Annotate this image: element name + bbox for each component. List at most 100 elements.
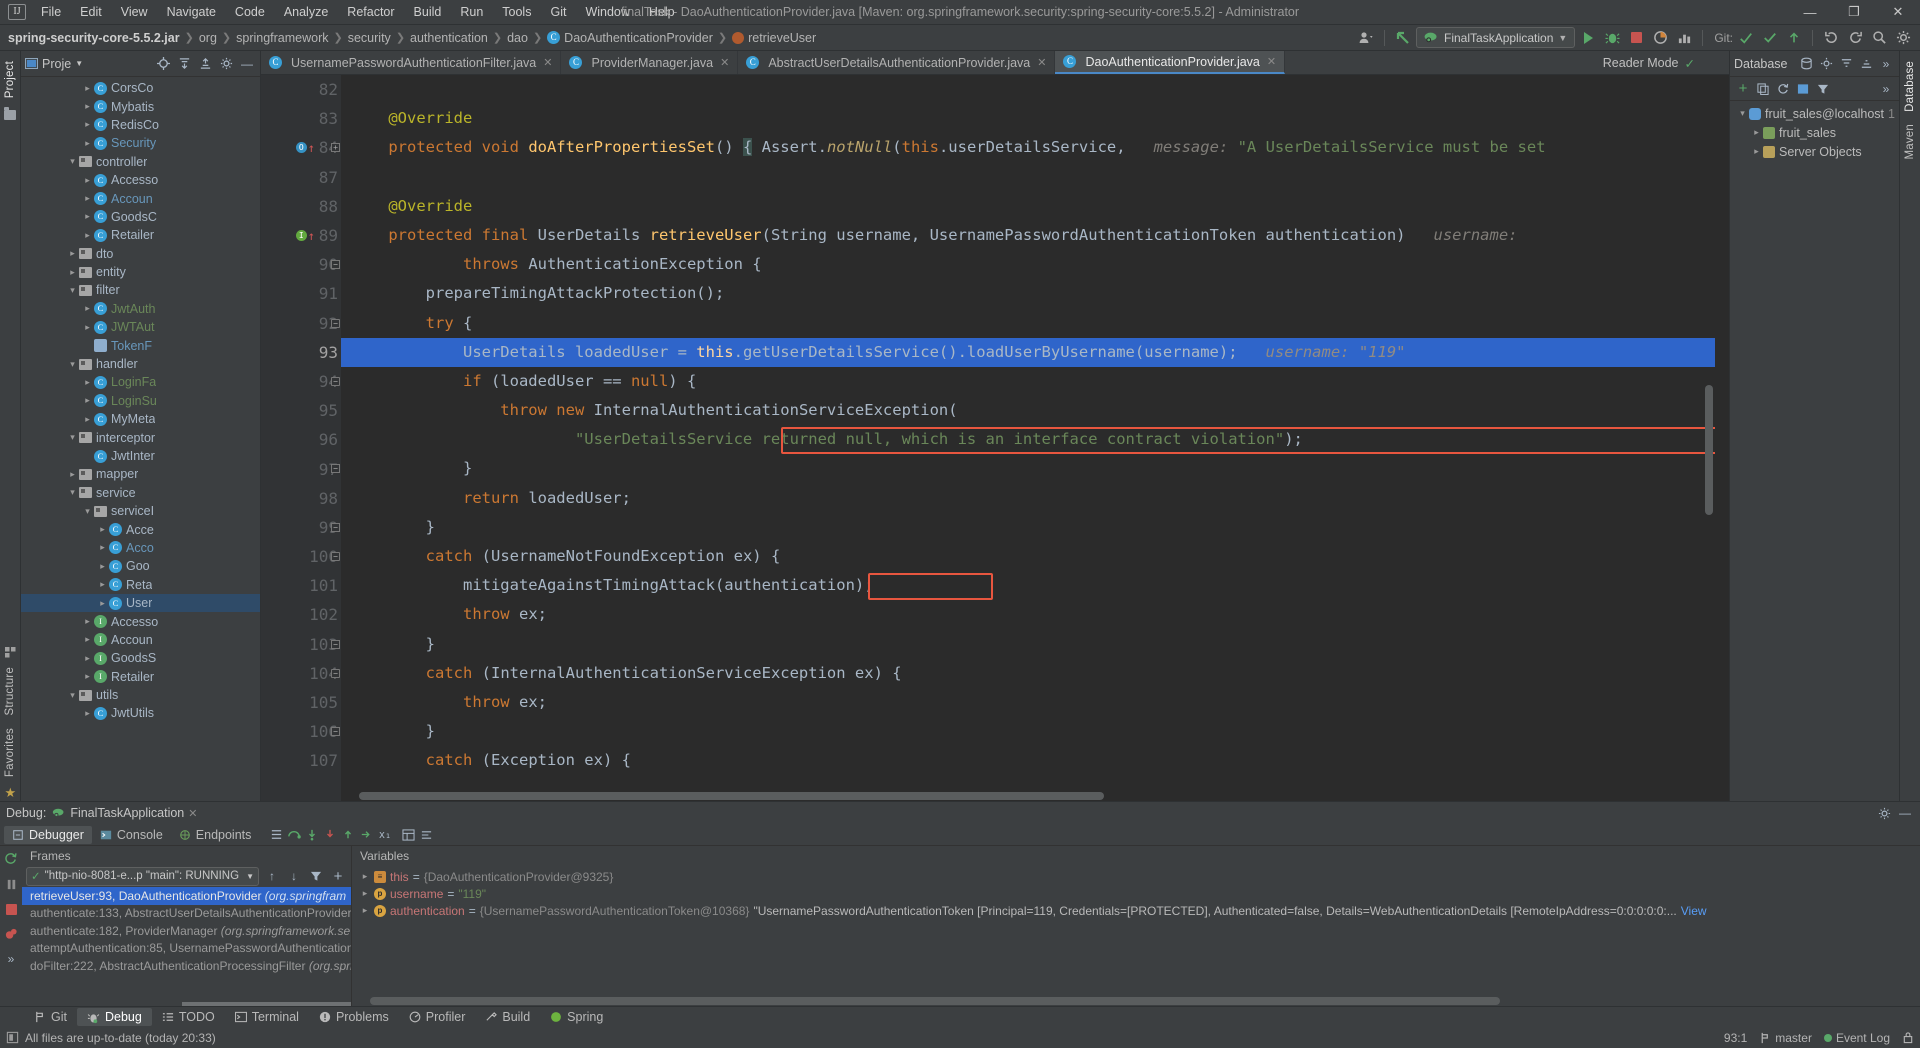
- close-icon[interactable]: ✕: [1267, 55, 1276, 68]
- gutter-line-number[interactable]: −92: [261, 309, 341, 338]
- move-up-icon[interactable]: ↑: [263, 867, 281, 885]
- db-node-server-objects[interactable]: Server Objects: [1730, 142, 1899, 161]
- rerun-icon[interactable]: [2, 850, 20, 868]
- settings-icon[interactable]: [1817, 55, 1835, 73]
- reader-mode-toggle[interactable]: Reader Mode ✓: [1590, 51, 1695, 74]
- fold-collapse-icon[interactable]: −: [331, 727, 340, 737]
- bottom-tab-todo[interactable]: TODO: [152, 1008, 225, 1026]
- event-log-button[interactable]: Event Log: [1823, 1031, 1890, 1045]
- chevron-right-icon[interactable]: [81, 211, 94, 222]
- tree-node[interactable]: C CorsCo: [21, 79, 260, 97]
- close-icon[interactable]: ✕: [720, 56, 729, 69]
- editor-tab-abstractuserdetailsauthenticationprovider[interactable]: C AbstractUserDetailsAuthenticationProvi…: [738, 51, 1056, 74]
- chevron-right-icon[interactable]: [66, 267, 79, 278]
- tool-tab-database[interactable]: Database: [1904, 55, 1916, 118]
- tree-node[interactable]: filter: [21, 281, 260, 299]
- lock-icon[interactable]: [1902, 1031, 1914, 1044]
- bottom-tab-git[interactable]: Git: [24, 1008, 77, 1026]
- gutter-line-number[interactable]: 91: [261, 279, 341, 308]
- fold-collapse-icon[interactable]: −: [331, 639, 340, 649]
- more-icon[interactable]: »: [2, 950, 20, 968]
- tree-node[interactable]: C JWTAut: [21, 318, 260, 336]
- menu-build[interactable]: Build: [405, 2, 451, 22]
- fold-collapse-icon[interactable]: −: [331, 318, 340, 328]
- menu-help[interactable]: Help: [640, 2, 684, 22]
- copy-icon[interactable]: [1754, 80, 1772, 98]
- tool-tab-favorites[interactable]: Favorites: [4, 722, 16, 783]
- chevron-right-icon[interactable]: [81, 395, 94, 406]
- close-icon[interactable]: ✕: [1037, 56, 1046, 69]
- tree-node[interactable]: C Acco: [21, 539, 260, 557]
- menu-code[interactable]: Code: [226, 2, 274, 22]
- gutter-line-number[interactable]: I ↑ 89: [261, 221, 341, 250]
- chevron-down-icon[interactable]: [66, 285, 79, 296]
- run-configuration-selector[interactable]: FinalTaskApplication ▼: [1416, 27, 1576, 48]
- gutter-line-number[interactable]: −106: [261, 717, 341, 746]
- expand-icon[interactable]: [1837, 55, 1855, 73]
- frames-view-icon[interactable]: [399, 826, 417, 844]
- chevron-right-icon[interactable]: [81, 616, 94, 627]
- tree-node[interactable]: C Acce: [21, 520, 260, 538]
- chevron-down-icon[interactable]: [66, 487, 79, 498]
- chevron-right-icon[interactable]: [81, 377, 94, 388]
- gutter-line-number[interactable]: 96: [261, 425, 341, 454]
- gutter-line-number[interactable]: 101: [261, 571, 341, 600]
- tree-node[interactable]: C Goo: [21, 557, 260, 575]
- variable-row-authentication[interactable]: ▸ p authentication = {UsernamePasswordAu…: [352, 902, 1920, 919]
- gutter-line-number[interactable]: O ↑ +84: [261, 133, 341, 162]
- bottom-tab-profiler[interactable]: Profiler: [399, 1008, 476, 1026]
- breadcrumb-class[interactable]: C DaoAuthenticationProvider: [547, 31, 713, 45]
- gutter-line-number[interactable]: 107: [261, 746, 341, 775]
- collapse-icon[interactable]: [1857, 55, 1875, 73]
- chevron-right-icon[interactable]: [81, 671, 94, 682]
- chevron-right-icon[interactable]: [81, 83, 94, 94]
- hide-icon[interactable]: —: [238, 55, 256, 73]
- tree-node[interactable]: dto: [21, 245, 260, 263]
- tree-node[interactable]: I Accesso: [21, 612, 260, 630]
- coverage-icon[interactable]: [1649, 27, 1671, 49]
- gutter-line-number[interactable]: 105: [261, 688, 341, 717]
- editor-tab-usernamepasswordauthenticationfilter[interactable]: C UsernamePasswordAuthenticationFilter.j…: [261, 51, 562, 74]
- breadcrumb-jar[interactable]: spring-security-core-5.5.2.jar: [8, 31, 180, 45]
- gutter-line-number[interactable]: 102: [261, 600, 341, 629]
- filter-icon[interactable]: [1814, 80, 1832, 98]
- editor-gutter[interactable]: 82 83 O ↑ +84 87 88 I ↑ 89−90 91−92 93−94 95 96−97 98−…: [261, 75, 341, 801]
- search-icon[interactable]: [1868, 27, 1890, 49]
- chevron-right-icon[interactable]: [81, 101, 94, 112]
- chevron-right-icon[interactable]: [1750, 146, 1763, 157]
- fold-collapse-icon[interactable]: −: [331, 552, 340, 561]
- close-icon[interactable]: ✕: [543, 56, 552, 69]
- chevron-down-icon[interactable]: [66, 432, 79, 443]
- bottom-tab-debug[interactable]: Debug: [76, 1008, 152, 1026]
- step-into-icon[interactable]: [303, 826, 321, 844]
- tree-node[interactable]: C JwtAuth: [21, 300, 260, 318]
- frame-row[interactable]: authenticate:133, AbstractUserDetailsAut…: [22, 905, 351, 923]
- tool-tab-maven[interactable]: Maven: [1904, 118, 1916, 166]
- editor-viewport[interactable]: 82 83 O ↑ +84 87 88 I ↑ 89−90 91−92 93−94 95 96−97 98−…: [261, 75, 1729, 801]
- frame-row[interactable]: attemptAuthentication:85, UsernamePasswo…: [22, 940, 351, 958]
- fold-collapse-icon[interactable]: −: [331, 376, 340, 386]
- add-icon[interactable]: +: [329, 867, 347, 885]
- chevron-right-icon[interactable]: [81, 138, 94, 149]
- editor-tab-daoauthenticationprovider[interactable]: C DaoAuthenticationProvider.java ✕: [1055, 51, 1286, 74]
- minimize-button[interactable]: —: [1788, 0, 1832, 25]
- chevron-down-icon[interactable]: [66, 156, 79, 167]
- tree-node[interactable]: service: [21, 484, 260, 502]
- debug-icon[interactable]: [1601, 27, 1623, 49]
- step-over-icon[interactable]: [285, 826, 303, 844]
- editor-tab-providermanager[interactable]: C ProviderManager.java ✕: [561, 51, 739, 74]
- chevron-down-icon[interactable]: [66, 359, 79, 370]
- refresh-icon[interactable]: [1774, 80, 1792, 98]
- bottom-tab-spring[interactable]: Spring: [540, 1008, 613, 1026]
- tree-node[interactable]: C User: [21, 593, 260, 613]
- menu-run[interactable]: Run: [451, 2, 492, 22]
- breadcrumb-security[interactable]: security: [348, 31, 391, 45]
- tree-node[interactable]: handler: [21, 355, 260, 373]
- chevron-right-icon[interactable]: [81, 230, 94, 241]
- tree-node[interactable]: serviceI: [21, 502, 260, 520]
- tree-node[interactable]: entity: [21, 263, 260, 281]
- chevron-right-icon[interactable]: [81, 119, 94, 130]
- bottom-tab-terminal[interactable]: Terminal: [225, 1008, 309, 1026]
- gutter-line-number[interactable]: −103: [261, 630, 341, 659]
- tool-tab-structure[interactable]: Structure: [4, 661, 16, 721]
